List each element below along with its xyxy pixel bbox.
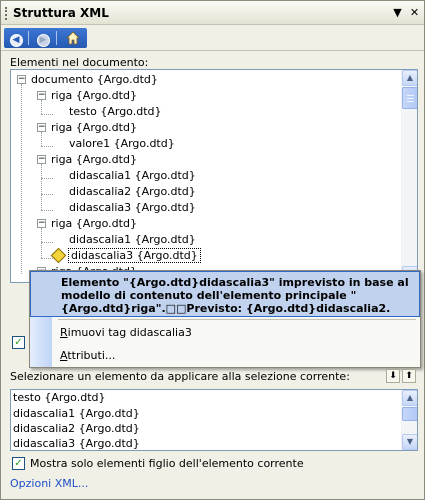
pane-title-bar[interactable]: Struttura XML ▼ ✕	[1, 1, 424, 25]
tree-connector	[41, 178, 53, 179]
collapse-toggle[interactable]: −	[37, 91, 46, 100]
collapse-toggle[interactable]: −	[37, 123, 46, 132]
tree-connector	[41, 146, 53, 147]
remove-tag-menu-item[interactable]: Rimuovi tag didascalia3	[60, 326, 192, 339]
tree-connector	[41, 164, 42, 210]
validation-message: Elemento "{Argo.dtd}didascalia3" imprevi…	[61, 276, 409, 315]
tree-connector	[41, 194, 53, 195]
home-icon	[66, 31, 80, 45]
apply-element-label: Selezionare un elemento da applicare all…	[10, 370, 350, 383]
forward-icon: ▶	[36, 34, 50, 47]
scroll-thumb[interactable]	[402, 87, 417, 109]
tree-node-riga[interactable]: riga {Argo.dtd}	[51, 152, 137, 167]
selected-node-label: didascalia3 {Argo.dtd}	[68, 248, 201, 263]
tree-connector	[41, 258, 53, 259]
home-button[interactable]	[64, 30, 82, 46]
navigation-toolbar: ◀ ▶	[4, 28, 87, 48]
list-item[interactable]: testo {Argo.dtd}	[13, 390, 106, 405]
pane-title: Struttura XML	[13, 6, 109, 20]
toolbar-separator	[28, 31, 29, 45]
tree-connector	[41, 100, 42, 114]
remove-tag-label: imuovi tag didascalia3	[67, 326, 192, 339]
tree-node-riga[interactable]: riga {Argo.dtd}	[51, 216, 137, 231]
tree-connector	[41, 132, 42, 146]
scroll-thumb[interactable]	[402, 407, 417, 421]
collapse-toggle[interactable]: −	[17, 75, 26, 84]
tree-connector	[41, 228, 42, 258]
document-elements-tree[interactable]: − documento {Argo.dtd} − riga {Argo.dtd}…	[10, 69, 418, 283]
xml-options-link[interactable]: Opzioni XML...	[10, 477, 88, 490]
attributes-menu-item[interactable]: Attributi...	[60, 349, 115, 362]
close-icon[interactable]: ✕	[407, 5, 422, 20]
collapse-toggle[interactable]: −	[37, 155, 46, 164]
tree-node-didascalia1[interactable]: didascalia1 {Argo.dtd}	[69, 232, 196, 247]
list-item[interactable]: didascalia1 {Argo.dtd}	[13, 406, 140, 421]
validation-context-menu: Elemento "{Argo.dtd}didascalia3" imprevi…	[29, 270, 421, 368]
dropdown-arrow-icon[interactable]: ▼	[390, 5, 405, 20]
toolbar-separator	[56, 31, 57, 45]
back-icon: ◀	[9, 34, 23, 47]
drag-grip-icon[interactable]	[5, 7, 8, 20]
forward-button[interactable]: ▶	[34, 30, 52, 47]
tree-node-testo[interactable]: testo {Argo.dtd}	[69, 104, 162, 119]
toolbar-divider	[1, 50, 424, 51]
xml-structure-pane: Struttura XML ▼ ✕ ◀ ▶ Elementi nel docum…	[0, 0, 425, 500]
tree-node-didascalia3-invalid[interactable]: didascalia3 {Argo.dtd}	[50, 247, 201, 263]
menu-separator	[58, 319, 416, 320]
tree-label: Elementi nel documento:	[10, 56, 149, 69]
back-button[interactable]: ◀	[7, 30, 25, 47]
tree-connector	[21, 84, 22, 274]
scroll-down-icon[interactable]: ▼	[402, 434, 417, 450]
filter-checkbox-label: Mostra solo elementi figlio dell'element…	[30, 457, 304, 470]
tree-connector	[41, 210, 53, 211]
tree-node-didascalia2[interactable]: didascalia2 {Argo.dtd}	[69, 184, 196, 199]
sort-up-icon[interactable]: ⬆	[402, 369, 416, 383]
warning-icon	[50, 247, 67, 263]
filter-checkbox[interactable]: ✓	[12, 457, 25, 470]
tree-node-didascalia3[interactable]: didascalia3 {Argo.dtd}	[69, 200, 196, 215]
element-list[interactable]: testo {Argo.dtd} didascalia1 {Argo.dtd} …	[10, 389, 418, 451]
collapse-toggle[interactable]: −	[37, 219, 46, 228]
sort-down-icon[interactable]: ⬇	[386, 369, 400, 383]
tree-connector	[41, 114, 53, 115]
tree-node-didascalia1[interactable]: didascalia1 {Argo.dtd}	[69, 168, 196, 183]
tree-connector	[41, 242, 53, 243]
tree-vertical-scrollbar[interactable]: ▲ ▼	[401, 70, 417, 282]
validation-message-item[interactable]: Elemento "{Argo.dtd}didascalia3" imprevi…	[30, 271, 420, 317]
tree-node-valore1[interactable]: valore1 {Argo.dtd}	[69, 136, 175, 151]
tree-node-documento[interactable]: documento {Argo.dtd}	[31, 72, 158, 87]
list-item[interactable]: didascalia3 {Argo.dtd}	[13, 436, 140, 450]
list-item[interactable]: didascalia2 {Argo.dtd}	[13, 421, 140, 436]
scroll-up-icon[interactable]: ▲	[402, 390, 417, 406]
hidden-option-checkbox[interactable]: ✓	[12, 336, 25, 349]
scroll-up-icon[interactable]: ▲	[402, 70, 417, 86]
tree-node-riga[interactable]: riga {Argo.dtd}	[51, 120, 137, 135]
list-vertical-scrollbar[interactable]: ▲ ▼	[401, 390, 417, 450]
tree-node-riga[interactable]: riga {Argo.dtd}	[51, 88, 137, 103]
attributes-label: ttributi...	[67, 349, 116, 362]
